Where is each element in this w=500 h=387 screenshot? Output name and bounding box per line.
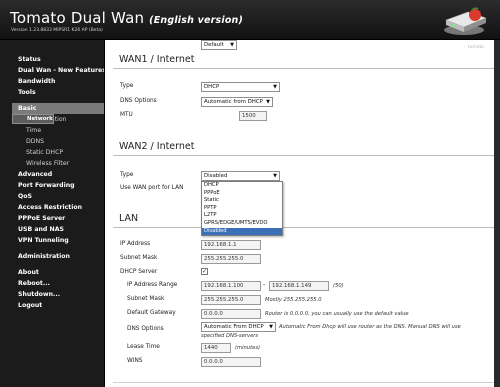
wan1-dns-select[interactable]: Automatic from DHCP ▼: [201, 97, 273, 107]
lan-wins-label: WINS: [127, 358, 143, 364]
firmware-version: Version 1.23.8833 MIPSR1 K26 AP (Beta): [11, 28, 103, 33]
wan2-type-select[interactable]: Disabled ▼: [201, 171, 280, 181]
lan-lease-input[interactable]: 1440: [201, 343, 231, 353]
wan2-divider: [113, 155, 494, 156]
lan-range-end-input[interactable]: 192.168.1.149: [269, 281, 329, 291]
sidebar-item-advanced[interactable]: Advanced: [12, 169, 104, 180]
sidebar-item-about[interactable]: About: [12, 267, 104, 278]
dropdown-option-pppoe[interactable]: PPPoE: [202, 190, 282, 198]
lan-ip-input[interactable]: 192.168.1.1: [201, 240, 261, 250]
lan-ip-label: IP Address: [120, 241, 151, 247]
wan1-dns-label: DNS Options: [120, 98, 157, 104]
sidebar-item-tools[interactable]: Tools: [12, 87, 104, 98]
sidebar-item-wireless-filter[interactable]: Wireless Filter: [12, 158, 104, 169]
lan-dns-select[interactable]: Automatic From DHCP ▼: [201, 322, 276, 332]
wan2-type-dropdown[interactable]: DHCP PPPoE Static PPTP L2TP GPRS/EDGE/UM…: [201, 181, 283, 237]
lan-dns-value: Automatic From DHCP: [204, 324, 264, 330]
chevron-down-icon: ▼: [266, 99, 270, 105]
header-bar: Tomato Dual Wan (English version) Versio…: [0, 0, 500, 40]
sidebar-item-access-restriction[interactable]: Access Restriction: [12, 202, 104, 213]
lan-gateway-input[interactable]: 0.0.0.0: [201, 309, 261, 319]
sidebar-item-dual-wan[interactable]: Dual Wan - New Features: [12, 65, 106, 76]
dropdown-option-static[interactable]: Static: [202, 197, 282, 205]
next-section-divider: [113, 382, 494, 383]
sidebar-item-ddns[interactable]: DDNS: [12, 136, 104, 147]
dropdown-option-pptp[interactable]: PPTP: [202, 205, 282, 213]
wan2-type-label: Type: [120, 172, 134, 178]
lan-lease-unit: (minutes): [235, 345, 261, 351]
lan-sub-mask-input[interactable]: 255.255.255.0: [201, 295, 261, 305]
dropdown-option-l2tp[interactable]: L2TP: [202, 212, 282, 220]
sidebar-item-bandwidth[interactable]: Bandwidth: [12, 76, 104, 87]
wan1-type-select[interactable]: DHCP ▼: [201, 82, 280, 92]
lan-range-label: IP Address Range: [127, 282, 178, 288]
lan-dns-note-line1: Automatic From Dhcp will use router as t…: [279, 324, 461, 330]
sidebar-item-qos[interactable]: QoS: [12, 191, 104, 202]
wan1-mtu-mode-value: Default: [204, 42, 224, 48]
lan-dns-label: DNS Options: [127, 326, 164, 332]
main-content: tomato WAN1 / Internet Type DHCP ▼ DNS O…: [104, 40, 494, 387]
lan-mask-label: Subnet Mask: [120, 255, 158, 261]
app-subtitle: (English version): [149, 15, 244, 26]
chevron-down-icon: ▼: [273, 84, 277, 90]
chevron-down-icon: ▼: [269, 324, 273, 330]
sidebar-item-administration[interactable]: Administration: [12, 251, 104, 262]
sidebar-item-network[interactable]: Network: [12, 114, 54, 124]
sidebar-item-time[interactable]: Time: [12, 125, 104, 136]
lan-lease-label: Lease Time: [127, 344, 160, 350]
sidebar-item-reboot[interactable]: Reboot...: [12, 278, 104, 289]
sidebar: Status Dual Wan - New Features Bandwidth…: [0, 40, 106, 387]
lan-range-count: (50): [333, 283, 344, 289]
lan-dns-note-line2: specified DNS-servers: [201, 333, 259, 339]
dropdown-option-dhcp[interactable]: DHCP: [202, 182, 282, 190]
sidebar-item-static-dhcp[interactable]: Static DHCP: [12, 147, 104, 158]
wan1-section-title: WAN1 / Internet: [119, 54, 195, 65]
wan2-section-title: WAN2 / Internet: [119, 141, 195, 152]
lan-range-start-input[interactable]: 192.168.1.100: [201, 281, 261, 291]
sidebar-item-basic[interactable]: Basic: [12, 103, 104, 114]
wan1-mtu-mode-select[interactable]: Default ▼: [201, 40, 237, 50]
sidebar-nav: Status Dual Wan - New Features Bandwidth…: [12, 54, 106, 311]
lan-mask-input[interactable]: 255.255.255.0: [201, 254, 261, 264]
wan2-type-value: Disabled: [204, 173, 228, 179]
wan2-use-port-label: Use WAN port for LAN: [120, 185, 184, 191]
wan1-mtu-label: MTU: [120, 112, 133, 118]
lan-sub-mask-note: Mostly 255.255.255.0: [265, 297, 322, 303]
dropdown-option-disabled[interactable]: Disabled: [202, 227, 282, 236]
lan-sub-mask-label: Subnet Mask: [127, 296, 165, 302]
wan1-mtu-input[interactable]: 1500: [239, 111, 267, 121]
sidebar-item-vpn-tunneling[interactable]: VPN Tunneling: [12, 235, 104, 246]
dropdown-option-gprs[interactable]: GPRS/EDGE/UMTS/EVDO: [202, 220, 282, 228]
router-icon: [444, 7, 487, 35]
sidebar-item-shutdown[interactable]: Shutdown...: [12, 289, 104, 300]
wan1-dns-value: Automatic from DHCP: [204, 99, 263, 105]
sidebar-item-logout[interactable]: Logout: [12, 300, 104, 311]
wan1-divider: [113, 68, 494, 69]
chevron-down-icon: ▼: [230, 42, 234, 48]
wan1-type-value: DHCP: [204, 84, 220, 90]
chevron-down-icon: ▼: [273, 173, 277, 179]
sidebar-item-status[interactable]: Status: [12, 54, 104, 65]
lan-gateway-label: Default Gateway: [127, 310, 176, 316]
lan-gateway-note: Router is 0.0.0.0, you can usually use t…: [265, 311, 409, 317]
tomato-tag: tomato: [467, 45, 484, 50]
lan-range-separator: -: [263, 282, 266, 288]
right-scroll-gutter: [494, 40, 500, 387]
lan-wins-input[interactable]: 0.0.0.0: [201, 357, 261, 367]
app-title-text: Tomato Dual Wan: [10, 9, 145, 27]
sidebar-item-usb-nas[interactable]: USB and NAS: [12, 224, 104, 235]
lan-divider: [113, 227, 494, 228]
app-title: Tomato Dual Wan (English version): [10, 9, 243, 27]
wan1-type-label: Type: [120, 83, 134, 89]
lan-section-title: LAN: [119, 213, 139, 224]
sidebar-item-pppoe-server[interactable]: PPPoE Server: [12, 213, 104, 224]
sidebar-item-port-forwarding[interactable]: Port Forwarding: [12, 180, 104, 191]
lan-dhcp-checkbox[interactable]: ✓: [201, 268, 208, 275]
lan-dhcp-label: DHCP Server: [120, 269, 158, 275]
